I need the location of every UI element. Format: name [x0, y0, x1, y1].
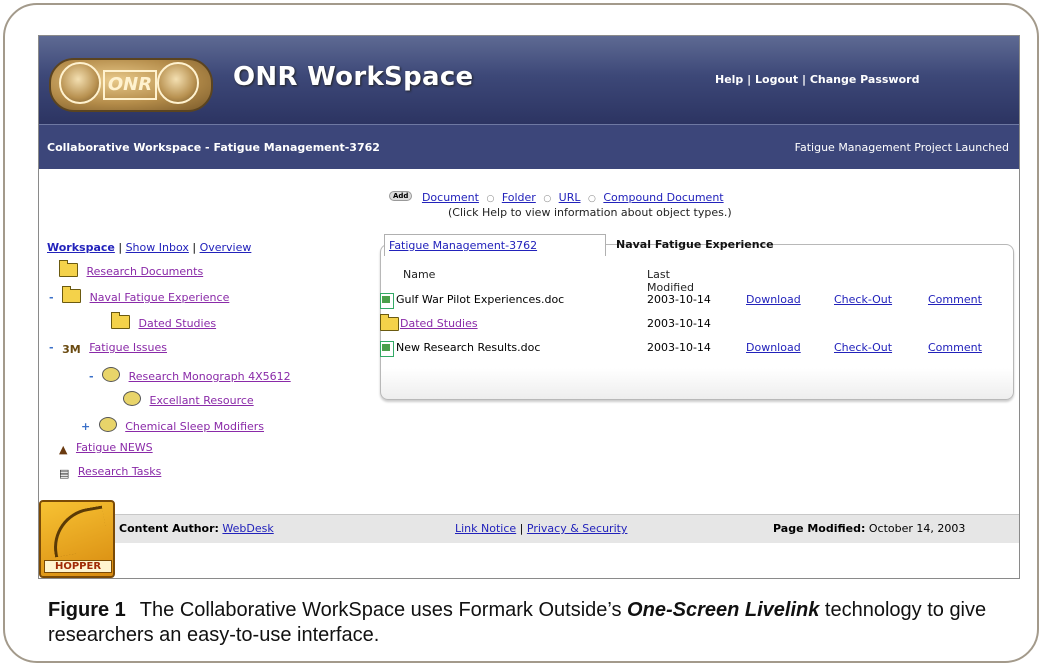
logo-text: ONR [103, 70, 157, 100]
tab-overview[interactable]: Overview [200, 241, 252, 254]
tasks-icon: ▤ [59, 467, 70, 480]
folder-icon [380, 314, 399, 331]
collapse-icon[interactable]: - [89, 370, 94, 383]
help-link[interactable]: Help [715, 73, 743, 86]
page-footer: Content Author: WebDesk Link Notice | Pr… [39, 514, 1019, 543]
word-document-icon [380, 341, 394, 357]
add-folder-link[interactable]: Folder [502, 191, 536, 204]
comment-link[interactable]: Comment [928, 341, 982, 354]
expand-icon[interactable]: + [81, 420, 90, 433]
folder-icon [62, 286, 82, 303]
column-header-modified[interactable]: Last Modified [647, 268, 694, 294]
topic-icon [123, 391, 141, 406]
change-password-link[interactable]: Change Password [810, 73, 920, 86]
table-row: Dated Studies 2003-10-14 [380, 314, 711, 332]
table-row: Gulf War Pilot Experiences.doc 2003-10-1… [380, 293, 982, 310]
tree-item[interactable]: Research Documents [59, 260, 203, 278]
collapse-icon[interactable]: - [49, 341, 54, 354]
kangaroo-icon [47, 505, 110, 558]
workspace-bar: Collaborative Workspace - Fatigue Manage… [39, 124, 1019, 169]
add-object-row: Add Document ○ Folder ○ URL ○ Compound D… [389, 191, 724, 204]
figure-number: Figure 1 [48, 599, 126, 621]
download-link[interactable]: Download [746, 293, 801, 306]
header-banner: ONR ONR WorkSpace Help | Logout | Change… [39, 36, 1019, 124]
news-icon: ▲ [59, 443, 68, 456]
tree-item[interactable]: ▤ Research Tasks [59, 465, 161, 480]
link-notice-link[interactable]: Link Notice [455, 522, 516, 535]
tree-item[interactable]: - 3M Fatigue Issues [49, 341, 167, 356]
breadcrumb-current: Naval Fatigue Experience [616, 238, 774, 251]
folder-icon [59, 260, 78, 277]
figure-caption: Figure 1 The Collaborative WorkSpace uses… [48, 598, 1008, 648]
folder-icon [111, 312, 130, 329]
tab-workspace[interactable]: Workspace [47, 241, 115, 254]
modified-label: Page Modified: [773, 522, 866, 535]
author-link[interactable]: WebDesk [222, 522, 273, 535]
folder-panel: Fatigue Management-3762 Naval Fatigue Ex… [380, 234, 1016, 404]
tree-item[interactable]: - Naval Fatigue Experience [49, 286, 229, 304]
top-links: Help | Logout | Change Password [715, 73, 920, 86]
add-url-link[interactable]: URL [559, 191, 581, 204]
tab-show-inbox[interactable]: Show Inbox [126, 241, 189, 254]
table-row: New Research Results.doc 2003-10-14 Down… [380, 341, 982, 358]
tree-item[interactable]: ▲ Fatigue NEWS [59, 441, 153, 456]
tree-item[interactable]: + Chemical Sleep Modifiers [81, 417, 264, 433]
seal-left-icon [59, 62, 101, 104]
folder-link[interactable]: Dated Studies [400, 317, 478, 330]
author-label: Content Author: [119, 522, 219, 535]
download-link[interactable]: Download [746, 341, 801, 354]
check-out-link[interactable]: Check-Out [834, 341, 892, 354]
check-out-link[interactable]: Check-Out [834, 293, 892, 306]
add-badge: Add [389, 191, 413, 201]
onr-logo: ONR [49, 58, 213, 112]
status-text: Fatigue Management Project Launched [794, 141, 1009, 154]
seal-right-icon [157, 62, 199, 104]
add-document-link[interactable]: Document [422, 191, 479, 204]
column-header-name[interactable]: Name [403, 268, 435, 281]
hopper-logo: HOPPER [39, 500, 115, 578]
tree-item[interactable]: - Research Monograph 4X5612 [89, 367, 291, 383]
screenshot-window: ONR ONR WorkSpace Help | Logout | Change… [38, 35, 1020, 579]
tree-item[interactable]: Excellant Resource [123, 391, 254, 407]
workspace-title: Collaborative Workspace - Fatigue Manage… [47, 141, 380, 154]
comment-link[interactable]: Comment [928, 293, 982, 306]
add-compound-document-link[interactable]: Compound Document [603, 191, 723, 204]
hopper-label: HOPPER [44, 560, 112, 573]
collapse-icon[interactable]: - [49, 291, 54, 304]
breadcrumb: Fatigue Management-3762 [384, 234, 606, 256]
breadcrumb-parent[interactable]: Fatigue Management-3762 [389, 239, 537, 252]
compound-document-icon: 3M [62, 343, 81, 356]
caption-text-1: The Collaborative WorkSpace uses Formark… [139, 599, 622, 621]
add-hint: (Click Help to view information about ob… [448, 206, 732, 219]
caption-emphasis: One-Screen Livelink [627, 599, 820, 621]
discussion-icon [102, 367, 121, 382]
privacy-security-link[interactable]: Privacy & Security [527, 522, 628, 535]
discussion-icon [98, 417, 117, 432]
tree-item[interactable]: Dated Studies [111, 312, 216, 330]
modified-date: October 14, 2003 [868, 522, 966, 535]
nav-tabs: Workspace | Show Inbox | Overview [47, 241, 252, 254]
app-title: ONR WorkSpace [233, 62, 474, 92]
logout-link[interactable]: Logout [755, 73, 798, 86]
word-document-icon [380, 293, 394, 309]
